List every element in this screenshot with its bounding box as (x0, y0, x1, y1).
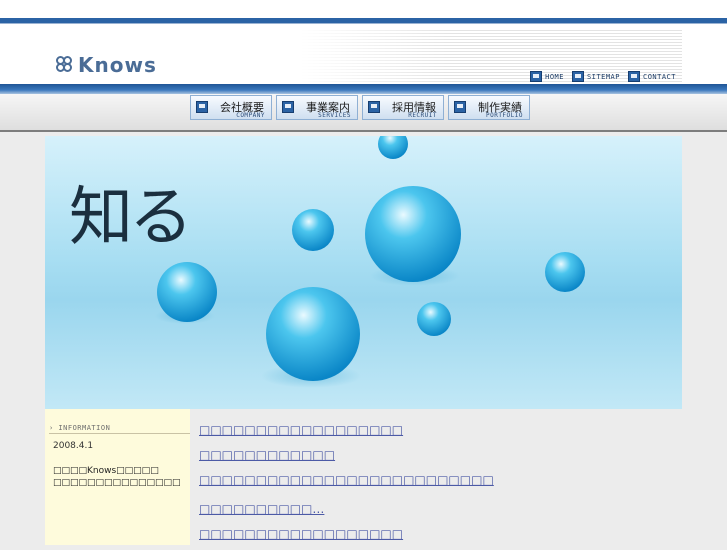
information-heading: › INFORMATION (49, 424, 190, 434)
sitemap-link-label: SITEMAP (586, 72, 620, 81)
logo-mark-icon (56, 56, 76, 74)
nav-item-services[interactable]: 事業案内 SERVICES (276, 95, 358, 120)
global-nav: 会社概要 COMPANY 事業案内 SERVICES 採用情報 RECRUIT … (0, 94, 727, 132)
content-link[interactable]: □□□□□□□□□□□□□□□□□□ (199, 525, 494, 543)
contact-link-label: CONTACT (642, 72, 676, 81)
nav-item-sublabel: RECRUIT (408, 112, 437, 119)
information-date: 2008.4.1 (53, 441, 94, 451)
nav-item-company[interactable]: 会社概要 COMPANY (190, 95, 272, 120)
home-icon (530, 71, 543, 82)
content-link[interactable]: □□□□□□□□□□□□ (199, 446, 494, 464)
content-link[interactable]: □□□□□□□□□□□□□□□□□□□□□□□□□□ (199, 471, 494, 489)
contact-link[interactable]: CONTACT (627, 71, 676, 82)
nav-item-portfolio[interactable]: 制作実績 PORTFOLIO (448, 95, 530, 120)
nav-stripe (0, 84, 727, 94)
home-link-label: HOME (545, 72, 564, 81)
contact-icon (627, 71, 640, 82)
recruit-icon (368, 101, 380, 113)
main-content: □□□□□□□□□□□□□□□□□□ □□□□□□□□□□□□ □□□□□□□□… (199, 421, 494, 550)
nav-item-sublabel: COMPANY (236, 112, 265, 119)
top-bar (0, 0, 727, 18)
hero-title: 知る (69, 181, 193, 255)
logo-text: Knows (78, 53, 157, 77)
utility-links: HOME SITEMAP CONTACT (530, 71, 676, 82)
portfolio-icon (454, 101, 466, 113)
sitemap-icon (571, 71, 584, 82)
company-icon (196, 101, 208, 113)
hero-image: 知る (45, 136, 682, 409)
information-text: □□□□Knows□□□□□ □□□□□□□□□□□□□□□ (53, 466, 181, 488)
header: Knows HOME SITEMAP CONTACT (0, 24, 727, 84)
content-link[interactable]: □□□□□□□□□□□□□□□□□□ (199, 421, 494, 439)
nav-item-sublabel: PORTFOLIO (485, 112, 523, 119)
content-link[interactable]: □□□□□□□□□□… (199, 500, 494, 518)
nav-item-recruit[interactable]: 採用情報 RECRUIT (362, 95, 444, 120)
nav-item-sublabel: SERVICES (318, 112, 351, 119)
home-link[interactable]: HOME (530, 71, 564, 82)
services-icon (282, 101, 294, 113)
information-box: › INFORMATION 2008.4.1 □□□□Knows□□□□□ □□… (45, 409, 190, 545)
sitemap-link[interactable]: SITEMAP (571, 71, 620, 82)
logo[interactable]: Knows (56, 53, 157, 77)
